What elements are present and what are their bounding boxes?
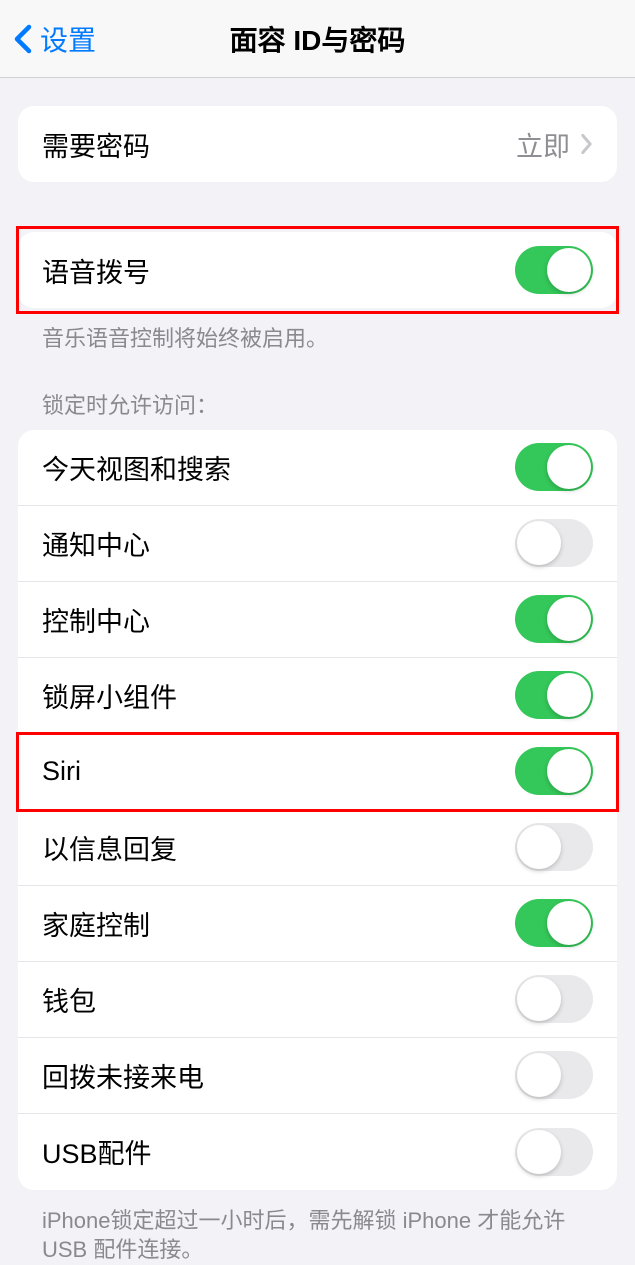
row-label: 今天视图和搜索	[42, 448, 231, 487]
header-bar: 设置 面容 ID与密码	[0, 0, 635, 78]
lock-access-row[interactable]: Siri	[18, 734, 617, 810]
lock-access-row[interactable]: 今天视图和搜索	[18, 430, 617, 506]
lock-access-row[interactable]: 锁屏小组件	[18, 658, 617, 734]
row-label: 通知中心	[42, 524, 150, 563]
lock-access-toggle[interactable]	[515, 671, 593, 719]
row-label: Siri	[42, 756, 81, 787]
lock-access-toggle[interactable]	[515, 443, 593, 491]
back-label: 设置	[40, 19, 96, 59]
lock-access-toggle[interactable]	[515, 899, 593, 947]
row-label: 回拨未接来电	[42, 1056, 204, 1095]
voice-dial-row[interactable]: 语音拨号	[18, 232, 617, 308]
lock-access-row[interactable]: 以信息回复	[18, 810, 617, 886]
lock-access-row[interactable]: 通知中心	[18, 506, 617, 582]
page-title: 面容 ID与密码	[230, 19, 406, 59]
lock-access-toggle[interactable]	[515, 823, 593, 871]
voice-dial-group: 语音拨号	[18, 232, 617, 308]
voice-dial-toggle[interactable]	[515, 246, 593, 294]
chevron-left-icon	[14, 24, 32, 54]
lock-access-toggle[interactable]	[515, 519, 593, 567]
chevron-right-icon	[580, 133, 593, 155]
row-label: 控制中心	[42, 600, 150, 639]
lock-access-toggle[interactable]	[515, 975, 593, 1023]
lock-access-row[interactable]: USB配件	[18, 1114, 617, 1190]
lock-access-row[interactable]: 家庭控制	[18, 886, 617, 962]
voice-dial-footer: 音乐语音控制将始终被启用。	[18, 308, 617, 354]
lock-access-toggle[interactable]	[515, 1128, 593, 1176]
passcode-group: 需要密码 立即	[18, 106, 617, 182]
row-label: 需要密码	[42, 125, 150, 164]
lock-access-header: 锁定时允许访问：	[18, 354, 617, 430]
back-button[interactable]: 设置	[0, 19, 96, 59]
require-passcode-row[interactable]: 需要密码 立即	[18, 106, 617, 182]
row-label: 锁屏小组件	[42, 676, 177, 715]
lock-access-toggle[interactable]	[515, 1051, 593, 1099]
row-value: 立即	[516, 125, 570, 164]
lock-access-row[interactable]: 控制中心	[18, 582, 617, 658]
lock-access-row[interactable]: 回拨未接来电	[18, 1038, 617, 1114]
row-label: 以信息回复	[42, 828, 177, 867]
lock-access-toggle[interactable]	[515, 747, 593, 795]
row-label: 钱包	[42, 980, 96, 1019]
lock-access-group: 今天视图和搜索通知中心控制中心锁屏小组件 Siri 以信息回复家庭控制钱包回拨未接来…	[18, 430, 617, 1190]
lock-access-row[interactable]: 钱包	[18, 962, 617, 1038]
row-label: 语音拨号	[42, 251, 150, 290]
row-label: USB配件	[42, 1132, 152, 1171]
row-label: 家庭控制	[42, 904, 150, 943]
lock-access-toggle[interactable]	[515, 595, 593, 643]
lock-access-footer: iPhone锁定超过一小时后，需先解锁 iPhone 才能允许USB 配件连接。	[18, 1190, 617, 1265]
